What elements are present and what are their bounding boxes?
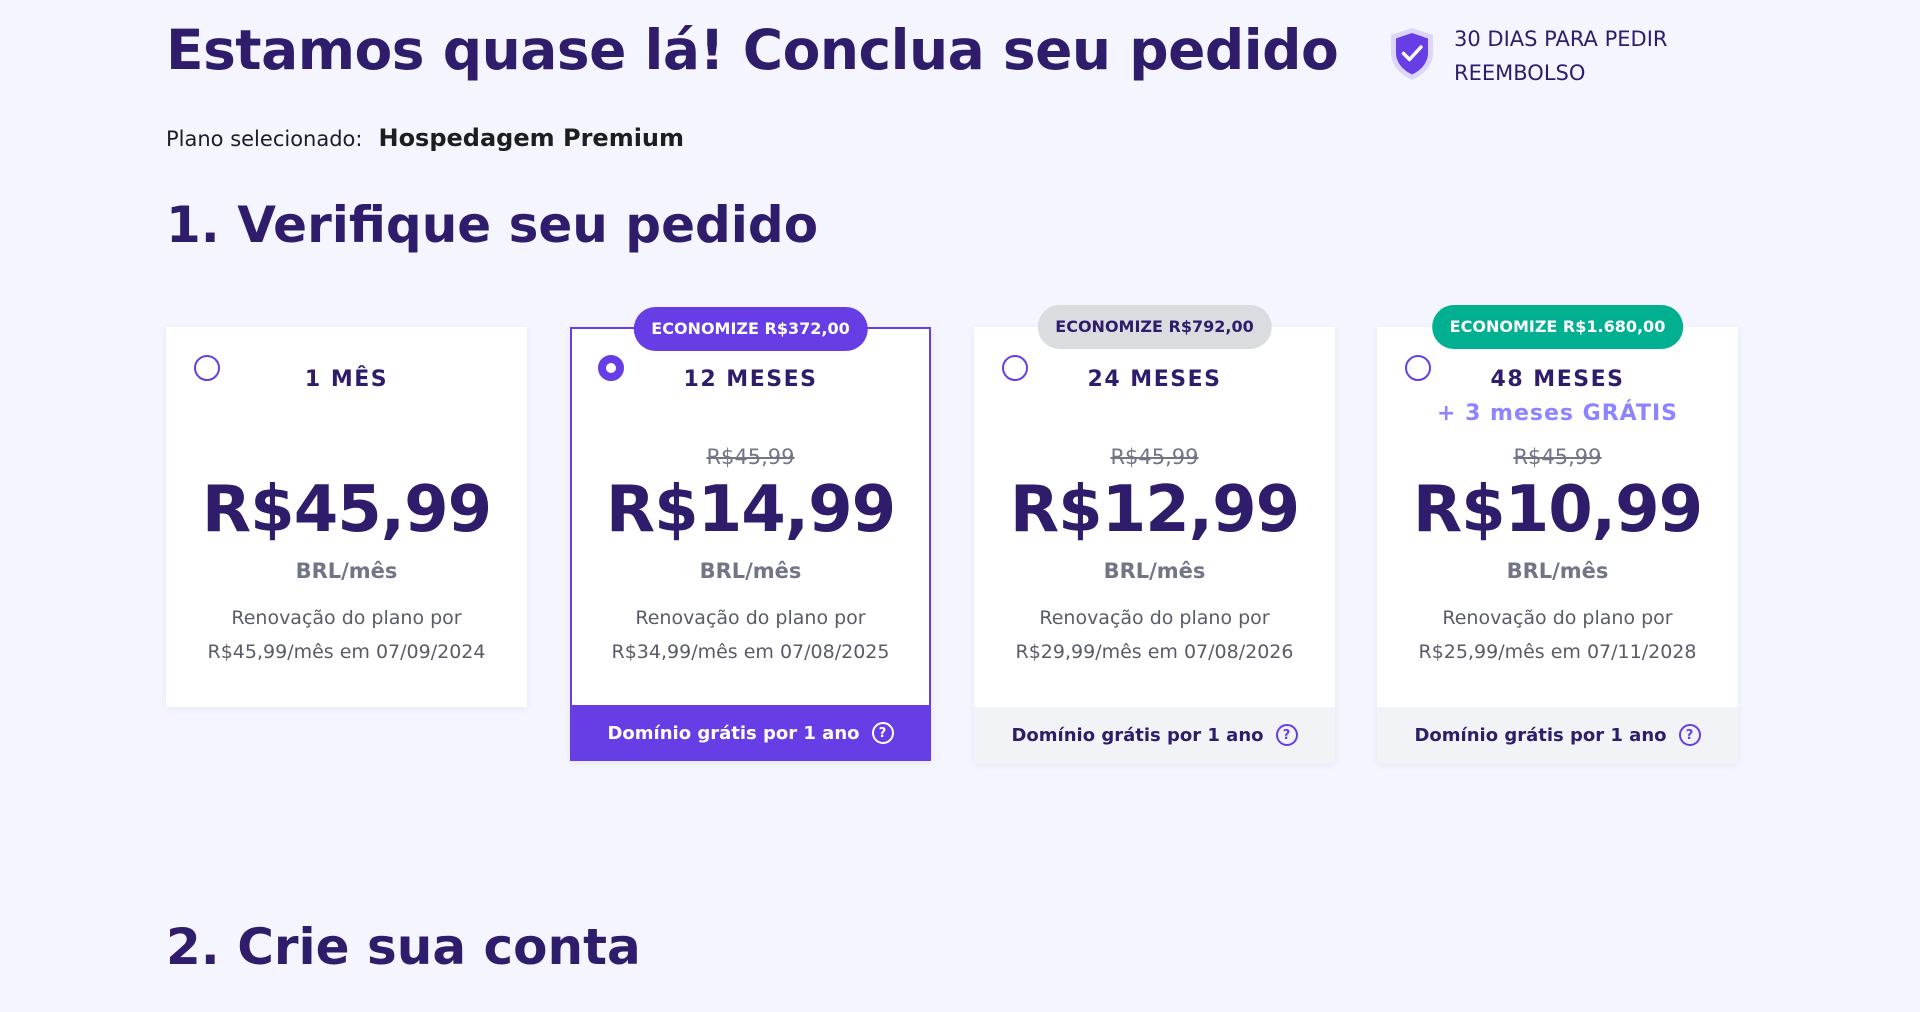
plan-period: 12 MESES	[683, 367, 818, 392]
plan-price: R$14,99	[605, 473, 896, 547]
plan-period: 24 MESES	[1087, 367, 1222, 392]
plan-old-price: R$45,99	[1110, 445, 1199, 469]
plan-price-unit: BRL/mês	[699, 559, 802, 583]
free-domain-footer: Domínio grátis por 1 ano ?	[1377, 707, 1738, 763]
free-domain-footer: Domínio grátis por 1 ano ?	[570, 705, 931, 761]
plan-price: R$12,99	[1009, 473, 1300, 547]
plan-renewal-line: Renovação do plano por	[1442, 607, 1673, 629]
plan-renewal-text: Renovação do plano por R$25,99/mês em 07…	[1397, 601, 1718, 669]
plan-renewal-line: R$45,99/mês em 07/09/2024	[207, 641, 486, 663]
plan-price-unit: BRL/mês	[1506, 559, 1609, 583]
selected-plan-name: Hospedagem Premium	[378, 124, 685, 152]
plan-renewal-text: Renovação do plano por R$34,99/mês em 07…	[592, 601, 909, 669]
guarantee-text: 30 DIAS PARA PEDIR REEMBOLSO	[1454, 27, 1668, 85]
plan-old-price: R$45,99	[706, 445, 795, 469]
question-circle-icon[interactable]: ?	[1678, 724, 1701, 746]
plan-card-1-month[interactable]: 1 MÊS R$45,99 BRL/mês Renovação do plano…	[166, 327, 527, 707]
section-title-account: 2. Crie sua conta	[166, 918, 641, 976]
plan-period: 1 MÊS	[304, 367, 389, 392]
plan-period: 48 MESES	[1490, 367, 1625, 392]
plan-price: R$45,99	[201, 473, 492, 547]
plan-card-body: 24 MESES R$45,99 R$12,99 BRL/mês Renovaç…	[974, 327, 1335, 707]
plan-renewal-text: Renovação do plano por R$45,99/mês em 07…	[186, 601, 507, 669]
money-back-guarantee: 30 DIAS PARA PEDIR REEMBOLSO	[1388, 22, 1694, 90]
plan-card-12-months[interactable]: ECONOMIZE R$372,00 12 MESES R$45,99 R$14…	[570, 307, 931, 761]
question-circle-icon[interactable]: ?	[871, 722, 894, 744]
plan-card-body: 12 MESES R$45,99 R$14,99 BRL/mês Renovaç…	[572, 329, 929, 705]
plan-renewal-line: Renovação do plano por	[1039, 607, 1270, 629]
free-domain-text: Domínio grátis por 1 ano	[1414, 724, 1667, 746]
plan-price: R$10,99	[1412, 473, 1703, 547]
plan-card-body: 1 MÊS R$45,99 BRL/mês Renovação do plano…	[166, 327, 527, 707]
plan-card-48-months[interactable]: ECONOMIZE R$1.680,00 48 MESES + 3 meses …	[1377, 305, 1738, 763]
selected-plan-label: Plano selecionado:	[166, 127, 363, 151]
plan-price-unit: BRL/mês	[1103, 559, 1206, 583]
selected-plan: Plano selecionado: Hospedagem Premium	[166, 124, 684, 152]
free-domain-footer: Domínio grátis por 1 ano ?	[974, 707, 1335, 763]
page-title: Estamos quase lá! Conclua seu pedido	[166, 18, 1339, 82]
question-circle-icon[interactable]: ?	[1275, 724, 1298, 746]
plan-renewal-line: R$34,99/mês em 07/08/2025	[611, 641, 890, 663]
plan-renewal-text: Renovação do plano por R$29,99/mês em 07…	[994, 601, 1315, 669]
plan-renewal-line: R$29,99/mês em 07/08/2026	[1015, 641, 1294, 663]
checkout-page: Estamos quase lá! Conclua seu pedido 30 …	[0, 0, 1920, 1012]
plan-old-price: R$45,99	[1513, 445, 1602, 469]
section-title-review: 1. Verifique seu pedido	[166, 196, 819, 254]
plan-bonus: + 3 meses GRÁTIS	[1436, 401, 1679, 426]
plan-card-body: 48 MESES + 3 meses GRÁTIS R$45,99 R$10,9…	[1377, 327, 1738, 707]
free-domain-text: Domínio grátis por 1 ano	[1011, 724, 1264, 746]
plan-renewal-line: Renovação do plano por	[231, 607, 462, 629]
plan-renewal-line: Renovação do plano por	[635, 607, 866, 629]
plan-price-unit: BRL/mês	[295, 559, 398, 583]
plan-card-24-months[interactable]: ECONOMIZE R$792,00 24 MESES R$45,99 R$12…	[974, 305, 1335, 763]
plan-renewal-line: R$25,99/mês em 07/11/2028	[1418, 641, 1697, 663]
free-domain-text: Domínio grátis por 1 ano	[607, 722, 860, 744]
shield-check-icon	[1391, 28, 1433, 80]
